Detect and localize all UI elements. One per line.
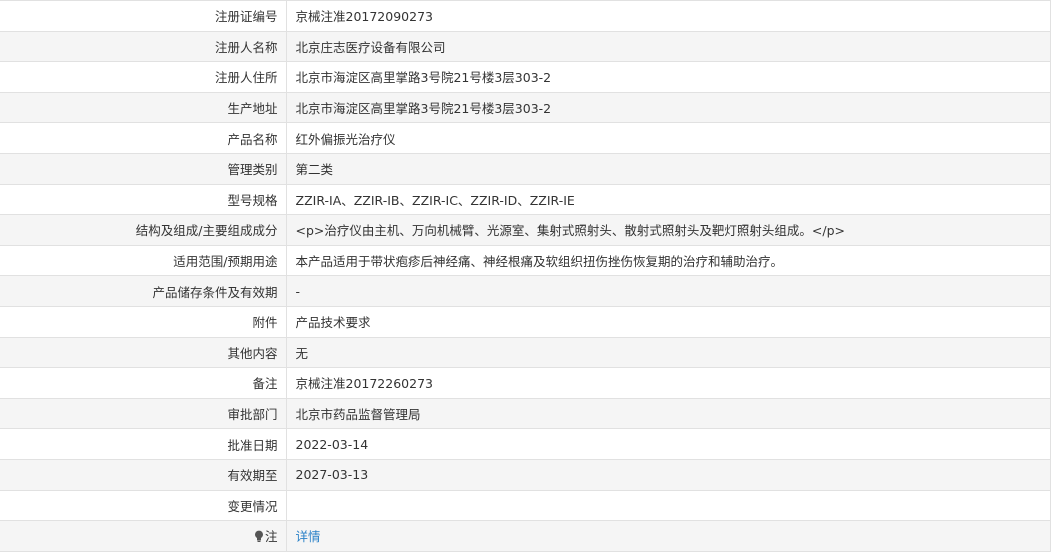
row-value: 本产品适用于带状疱疹后神经痛、神经根痛及软组织扭伤挫伤恢复期的治疗和辅助治疗。 (286, 244, 1051, 277)
registration-info-table: 注册证编号 京械注准20172090273 注册人名称 北京庄志医疗设备有限公司… (0, 0, 1051, 552)
info-row: 注册人名称 北京庄志医疗设备有限公司 (0, 30, 1051, 63)
row-label: 有效期至 (0, 458, 287, 491)
row-label: 审批部门 (0, 397, 287, 430)
info-row: 产品储存条件及有效期 - (0, 275, 1051, 307)
info-row: 结构及组成/主要组成成分 <p>治疗仪由主机、万向机械臂、光源室、集射式照射头、… (0, 214, 1051, 246)
row-value: 无 (286, 336, 1051, 369)
info-row: 生产地址 北京市海淀区高里掌路3号院21号楼3层303-2 (0, 91, 1051, 124)
row-value: 2022-03-14 (286, 428, 1051, 460)
row-value: 京械注准20172260273 (286, 367, 1051, 399)
info-row: 备注 京械注准20172260273 (0, 367, 1051, 399)
detail-link[interactable]: 详情 (296, 529, 321, 544)
lightbulb-icon (254, 530, 264, 543)
row-label: 注册人住所 (0, 61, 287, 93)
row-label: 产品储存条件及有效期 (0, 275, 287, 307)
info-row: 变更情况 (0, 489, 1051, 522)
row-label: 注册证编号 (0, 0, 287, 32)
info-row: 适用范围/预期用途 本产品适用于带状疱疹后神经痛、神经根痛及软组织扭伤挫伤恢复期… (0, 244, 1051, 277)
row-value: ZZIR-IA、ZZIR-IB、ZZIR-IC、ZZIR-ID、ZZIR-IE (286, 183, 1051, 216)
row-label: 型号规格 (0, 183, 287, 216)
info-row: 注册证编号 京械注准20172090273 (0, 0, 1051, 32)
row-label: 备注 (0, 367, 287, 399)
row-label: 附件 (0, 305, 287, 338)
row-label: 结构及组成/主要组成成分 (0, 214, 287, 246)
row-value: 第二类 (286, 152, 1051, 185)
info-row: 产品名称 红外偏振光治疗仪 (0, 122, 1051, 154)
note-label: 注 (264, 529, 278, 545)
row-value: 北京庄志医疗设备有限公司 (286, 30, 1051, 63)
row-value: 2027-03-13 (286, 458, 1051, 491)
info-row: 管理类别 第二类 (0, 152, 1051, 185)
row-label: 其他内容 (0, 336, 287, 369)
row-value: - (286, 275, 1051, 307)
info-row: 其他内容 无 (0, 336, 1051, 369)
row-label: 适用范围/预期用途 (0, 244, 287, 277)
row-value: 北京市海淀区高里掌路3号院21号楼3层303-2 (286, 61, 1051, 93)
info-row: 附件 产品技术要求 (0, 305, 1051, 338)
info-row: 型号规格 ZZIR-IA、ZZIR-IB、ZZIR-IC、ZZIR-ID、ZZI… (0, 183, 1051, 216)
row-value (286, 489, 1051, 522)
info-row: 批准日期 2022-03-14 (0, 428, 1051, 460)
info-row: 注册人住所 北京市海淀区高里掌路3号院21号楼3层303-2 (0, 61, 1051, 93)
row-value: <p>治疗仪由主机、万向机械臂、光源室、集射式照射头、散射式照射头及靶灯照射头组… (286, 214, 1051, 246)
note-label-cell: 注 (0, 520, 287, 552)
row-value: 产品技术要求 (286, 305, 1051, 338)
info-row: 有效期至 2027-03-13 (0, 458, 1051, 491)
row-label: 变更情况 (0, 489, 287, 522)
row-value: 北京市药品监督管理局 (286, 397, 1051, 430)
info-row: 审批部门 北京市药品监督管理局 (0, 397, 1051, 430)
note-value: 详情 (286, 520, 1051, 552)
row-label: 生产地址 (0, 91, 287, 124)
row-value: 北京市海淀区高里掌路3号院21号楼3层303-2 (286, 91, 1051, 124)
row-label: 注册人名称 (0, 30, 287, 63)
row-label: 管理类别 (0, 152, 287, 185)
row-value: 红外偏振光治疗仪 (286, 122, 1051, 154)
row-label: 批准日期 (0, 428, 287, 460)
row-label: 产品名称 (0, 122, 287, 154)
row-value: 京械注准20172090273 (286, 0, 1051, 32)
note-row: 注 详情 (0, 520, 1051, 552)
